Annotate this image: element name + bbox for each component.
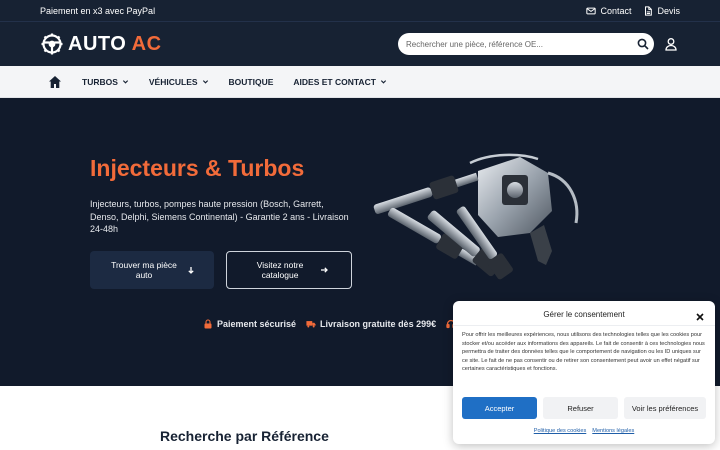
nav-turbos-label: TURBOS xyxy=(82,76,118,87)
chevron-down-icon xyxy=(380,80,386,84)
nav-turbos[interactable]: TURBOS xyxy=(82,77,129,87)
truck-icon xyxy=(306,321,316,328)
consent-buttons: Accepter Refuser Voir les préférences xyxy=(462,397,706,419)
main-nav: TURBOS VÉHICULES BOUTIQUE AIDES ET CONTA… xyxy=(0,66,720,98)
search-icon xyxy=(637,38,649,50)
search-button[interactable] xyxy=(634,35,652,53)
feature-secure-payment-label: Paiement sécurisé xyxy=(217,319,297,329)
logo-text: AUTO AC xyxy=(68,33,162,56)
consent-divider xyxy=(453,325,715,326)
nav-vehicules[interactable]: VÉHICULES xyxy=(149,77,209,87)
accept-button[interactable]: Accepter xyxy=(462,397,537,419)
legal-notice-link[interactable]: Mentions légales xyxy=(592,428,634,434)
find-part-button[interactable]: Trouver ma pièce auto xyxy=(90,251,214,289)
consent-links: Politique des cookies Mentions légales xyxy=(453,428,715,434)
consent-text: Pour offrir les meilleures expériences, … xyxy=(462,332,705,373)
paypal-promo: Paiement en x3 avec PayPal xyxy=(40,5,156,16)
feature-free-delivery-label: Livraison gratuite dès 299€ xyxy=(320,319,437,329)
arrow-right-icon xyxy=(321,267,328,273)
catalogue-button[interactable]: Visitez notre catalogue xyxy=(226,251,352,289)
preferences-button[interactable]: Voir les préférences xyxy=(624,397,706,419)
nav-aides-contact[interactable]: AIDES ET CONTACT xyxy=(293,77,386,87)
site-logo[interactable]: AUTO AC xyxy=(40,32,162,56)
chevron-down-icon xyxy=(122,80,128,84)
reference-search-title: Recherche par Référence xyxy=(160,428,329,444)
main-header: AUTO AC xyxy=(0,21,720,66)
logo-main: AUTO xyxy=(68,32,127,55)
refuse-button[interactable]: Refuser xyxy=(543,397,618,419)
hero-title: Injecteurs & Turbos xyxy=(90,155,305,181)
chevron-down-icon xyxy=(202,80,208,84)
nav-boutique[interactable]: BOUTIQUE xyxy=(229,77,274,87)
user-icon xyxy=(665,38,677,51)
arrow-down-icon xyxy=(188,267,194,274)
home-icon xyxy=(49,75,61,88)
feature-free-delivery: Livraison gratuite dès 299€ xyxy=(306,319,436,329)
home-link[interactable] xyxy=(48,75,62,89)
document-icon xyxy=(645,5,653,16)
header-actions xyxy=(398,33,680,55)
top-bar: Paiement en x3 avec PayPal Contact Devis xyxy=(0,0,720,21)
nav-vehicules-label: VÉHICULES xyxy=(148,76,198,87)
contact-label: Contact xyxy=(600,5,632,16)
find-part-label: Trouver ma pièce auto xyxy=(111,260,177,280)
nav-boutique-label: BOUTIQUE xyxy=(228,76,274,87)
close-icon xyxy=(696,313,704,321)
close-button[interactable] xyxy=(695,309,705,321)
logo-accent: AC xyxy=(131,32,162,55)
quote-label: Devis xyxy=(657,5,680,16)
account-button[interactable] xyxy=(662,35,680,53)
mail-icon xyxy=(586,7,597,14)
steering-wheel-icon xyxy=(41,33,63,55)
contact-link[interactable]: Contact xyxy=(586,6,631,16)
lock-icon xyxy=(204,319,212,329)
search-box xyxy=(398,33,654,55)
catalogue-label: Visitez notre catalogue xyxy=(256,260,304,280)
cookie-consent-dialog: Gérer le consentement Pour offrir les me… xyxy=(453,301,715,444)
quote-link[interactable]: Devis xyxy=(643,6,680,16)
cookie-policy-link[interactable]: Politique des cookies xyxy=(534,428,587,434)
nav-aides-label: AIDES ET CONTACT xyxy=(293,76,376,87)
hero-description: Injecteurs, turbos, pompes haute pressio… xyxy=(90,199,349,234)
injectors-pump-image xyxy=(373,153,579,280)
search-input[interactable] xyxy=(406,39,626,49)
consent-title: Gérer le consentement xyxy=(543,310,625,319)
hero-features: Paiement sécurisé Livraison gratuite dès… xyxy=(203,319,456,329)
top-links: Contact Devis xyxy=(586,6,680,16)
feature-secure-payment: Paiement sécurisé xyxy=(203,319,296,329)
